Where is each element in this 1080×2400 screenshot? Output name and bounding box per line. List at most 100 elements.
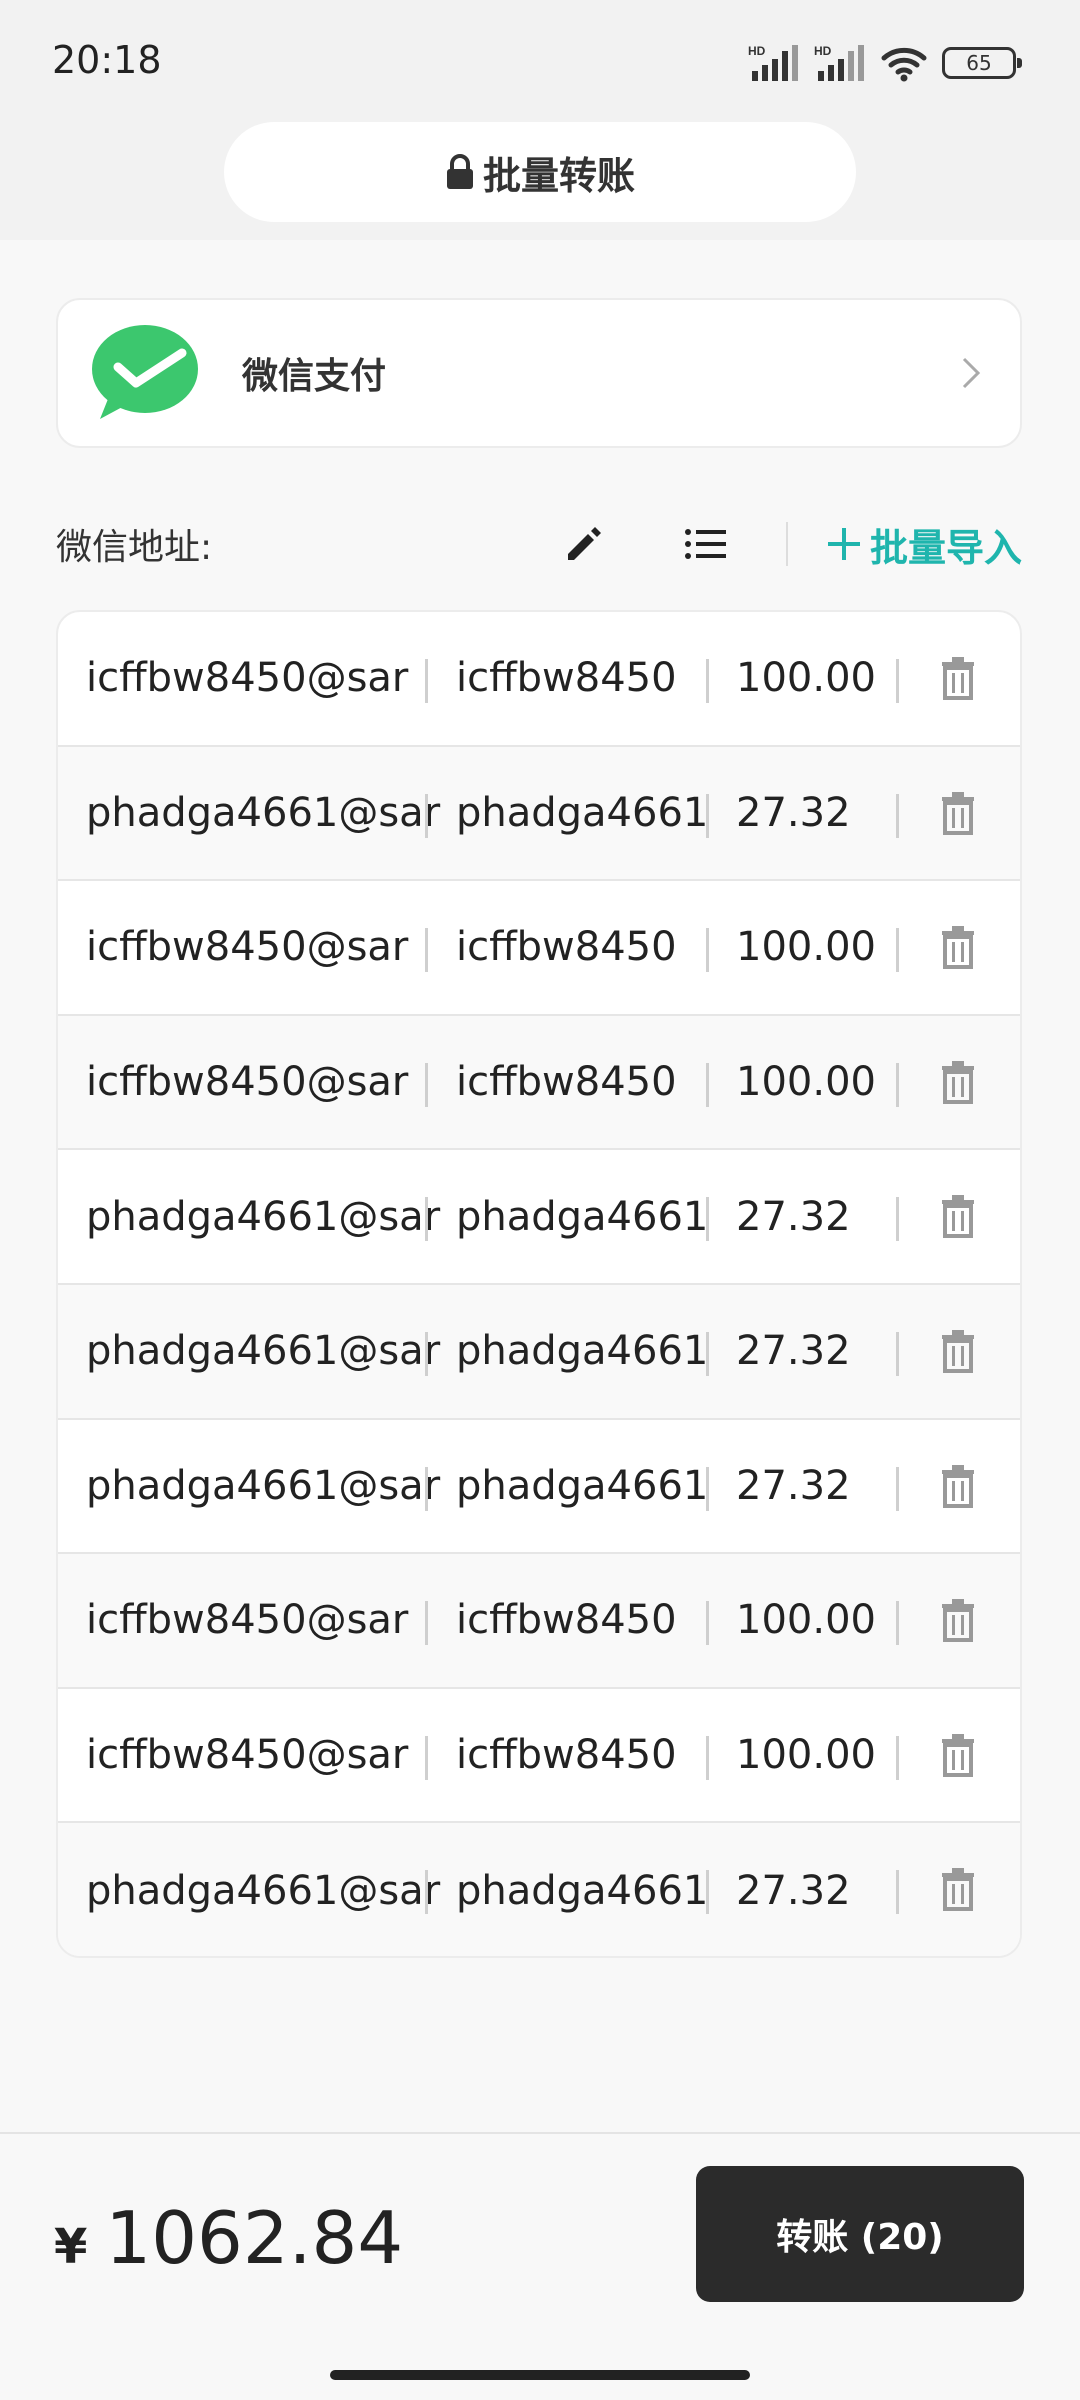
column-divider xyxy=(896,928,899,973)
row-amount[interactable]: 100.00 xyxy=(736,1732,876,1778)
page-title: 批量转账 xyxy=(482,153,635,198)
column-divider xyxy=(896,1870,899,1915)
column-divider xyxy=(425,1197,428,1242)
row-address[interactable]: icffbw8450@sar xyxy=(86,1059,456,1105)
trash-icon[interactable] xyxy=(940,1733,976,1777)
trash-icon[interactable] xyxy=(940,656,976,700)
list-icon[interactable] xyxy=(676,514,736,574)
row-name[interactable]: phadga4661 xyxy=(456,1463,733,1509)
batch-import-label: 批量导入 xyxy=(869,525,1022,570)
column-divider xyxy=(896,1331,899,1376)
row-name[interactable]: icffbw8450 xyxy=(456,1732,733,1778)
trash-icon[interactable] xyxy=(940,1194,976,1239)
total-value: 1062.84 xyxy=(105,2196,404,2280)
table-row: phadga4661@sar phadga4661 27.32 xyxy=(58,1284,1020,1420)
top-area: 20:18 HD HD 65 批量转账 xyxy=(0,0,1080,240)
signal-icon: HD xyxy=(748,44,798,81)
transfer-list: icffbw8450@sar icffbw8450 100.00 phadga4… xyxy=(56,610,1022,1958)
column-divider xyxy=(425,1466,428,1511)
table-row: phadga4661@sar phadga4661 27.32 xyxy=(58,1823,1020,1956)
row-name[interactable]: phadga4661 xyxy=(456,1194,733,1240)
row-address[interactable]: icffbw8450@sar xyxy=(86,1732,456,1778)
row-address[interactable]: icffbw8450@sar xyxy=(86,1597,456,1643)
column-divider xyxy=(425,793,428,838)
row-address[interactable]: phadga4661@sar xyxy=(86,1868,456,1914)
column-divider xyxy=(896,1601,899,1646)
table-row: phadga4661@sar phadga4661 27.32 xyxy=(58,1420,1020,1555)
trash-icon[interactable] xyxy=(940,1060,976,1104)
row-amount[interactable]: 27.32 xyxy=(736,1868,876,1914)
column-divider xyxy=(896,1197,899,1242)
trash-icon[interactable] xyxy=(940,1329,976,1373)
status-time: 20:18 xyxy=(52,38,162,82)
toolbar-divider xyxy=(785,522,788,566)
column-divider xyxy=(706,1331,709,1376)
column-divider xyxy=(896,1735,899,1780)
plus-icon xyxy=(827,528,860,560)
column-divider xyxy=(896,1466,899,1511)
battery-icon: 65 xyxy=(942,47,1022,79)
row-name[interactable]: icffbw8450 xyxy=(456,655,733,701)
transfer-button[interactable]: 转账 (20) xyxy=(696,2166,1024,2302)
screen: 20:18 HD HD 65 批量转账 微信支付 微信地址: 批量导入 icff… xyxy=(0,0,1080,2400)
row-name[interactable]: phadga4661 xyxy=(456,790,733,836)
column-divider xyxy=(706,659,709,703)
table-row: phadga4661@sar phadga4661 27.32 xyxy=(58,1150,1020,1285)
row-name[interactable]: phadga4661 xyxy=(456,1328,733,1374)
trash-icon[interactable] xyxy=(940,791,976,835)
column-divider xyxy=(425,1062,428,1107)
row-name[interactable]: icffbw8450 xyxy=(456,924,733,970)
address-toolbar: 微信地址: 批量导入 xyxy=(56,506,1022,582)
trash-icon[interactable] xyxy=(940,1464,976,1508)
row-amount[interactable]: 100.00 xyxy=(736,924,876,970)
row-amount[interactable]: 27.32 xyxy=(736,1194,876,1240)
row-address[interactable]: icffbw8450@sar xyxy=(86,655,456,701)
column-divider xyxy=(706,928,709,973)
column-divider xyxy=(706,793,709,838)
column-divider xyxy=(706,1601,709,1646)
row-amount[interactable]: 100.00 xyxy=(736,1059,876,1105)
row-address[interactable]: phadga4661@sar xyxy=(86,1194,456,1240)
trash-icon[interactable] xyxy=(940,1598,976,1643)
trash-icon[interactable] xyxy=(940,1867,976,1912)
column-divider xyxy=(896,659,899,703)
row-address[interactable]: phadga4661@sar xyxy=(86,1328,456,1374)
row-amount[interactable]: 27.32 xyxy=(736,1463,876,1509)
edit-icon[interactable] xyxy=(554,514,614,574)
signal-icon-2: HD xyxy=(814,44,864,81)
column-divider xyxy=(425,1601,428,1646)
table-row: icffbw8450@sar icffbw8450 100.00 xyxy=(58,1689,1020,1824)
row-name[interactable]: phadga4661 xyxy=(456,1868,733,1914)
payment-method-card[interactable]: 微信支付 xyxy=(56,298,1022,448)
home-indicator[interactable] xyxy=(330,2370,750,2380)
table-row: icffbw8450@sar icffbw8450 100.00 xyxy=(58,612,1020,747)
column-divider xyxy=(706,1870,709,1915)
column-divider xyxy=(896,793,899,838)
column-divider xyxy=(706,1466,709,1511)
row-address[interactable]: icffbw8450@sar xyxy=(86,924,456,970)
column-divider xyxy=(425,1870,428,1915)
address-label: 微信地址: xyxy=(56,527,213,568)
column-divider xyxy=(425,1735,428,1780)
column-divider xyxy=(706,1735,709,1780)
wifi-icon xyxy=(881,47,927,82)
lock-icon xyxy=(446,154,473,189)
status-icons: HD HD 65 xyxy=(748,38,1022,88)
column-divider xyxy=(425,928,428,973)
row-address[interactable]: phadga4661@sar xyxy=(86,1463,456,1509)
row-address[interactable]: phadga4661@sar xyxy=(86,790,456,836)
row-amount[interactable]: 27.32 xyxy=(736,790,876,836)
svg-text:HD: HD xyxy=(814,44,832,58)
table-row: icffbw8450@sar icffbw8450 100.00 xyxy=(58,881,1020,1016)
row-name[interactable]: icffbw8450 xyxy=(456,1597,733,1643)
row-amount[interactable]: 100.00 xyxy=(736,655,876,701)
row-name[interactable]: icffbw8450 xyxy=(456,1059,733,1105)
row-amount[interactable]: 100.00 xyxy=(736,1597,876,1643)
total-amount: ¥ 1062.84 xyxy=(54,2196,403,2280)
table-row: icffbw8450@sar icffbw8450 100.00 xyxy=(58,1554,1020,1689)
chevron-right-icon xyxy=(962,357,981,389)
trash-icon[interactable] xyxy=(940,925,976,970)
batch-import-button[interactable]: 批量导入 xyxy=(826,517,1022,572)
row-amount[interactable]: 27.32 xyxy=(736,1328,876,1374)
wechat-pay-icon xyxy=(92,325,198,419)
